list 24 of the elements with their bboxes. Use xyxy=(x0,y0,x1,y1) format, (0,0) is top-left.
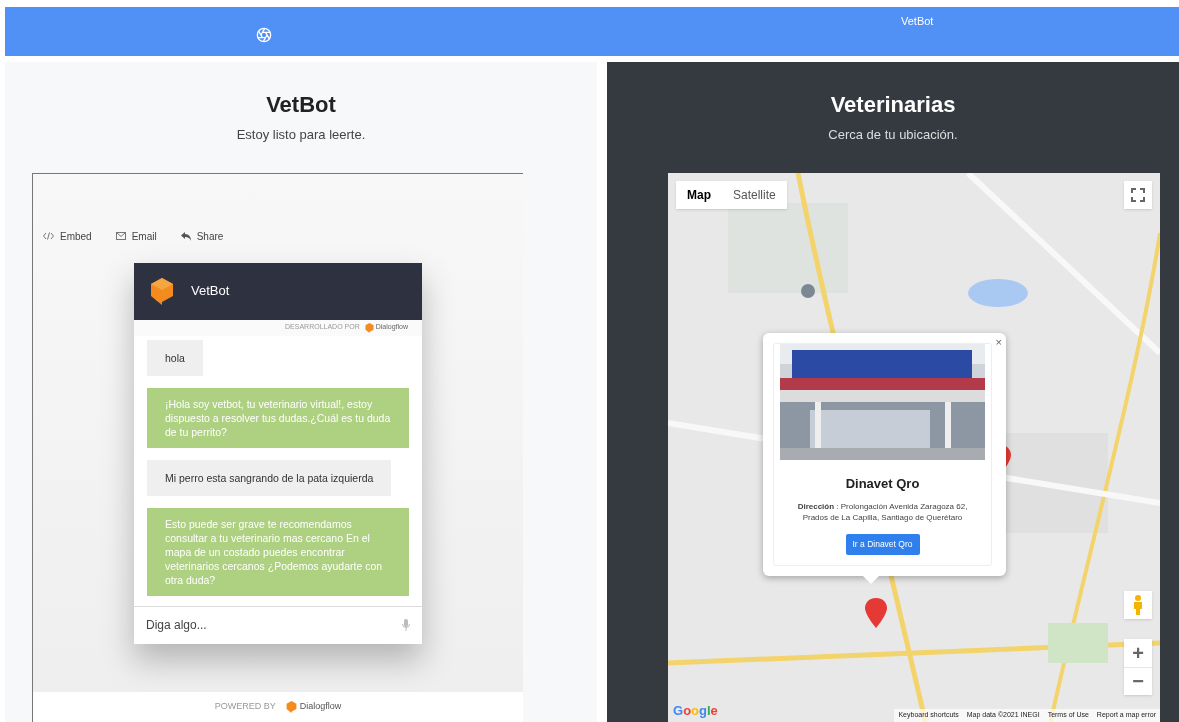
bot-message: Esto puede ser grave te recomendamos consultar a tu veterinario mas cercano En el mapa de un costado puedes encontrar veterinarios cercanos ¿Podemos ayudarte con otra duda? xyxy=(147,507,409,596)
user-message: Mi perro esta sangrando de la pata izquierda xyxy=(147,459,392,496)
brand-name: Dialogflow xyxy=(299,700,342,714)
panel-title: Veterinarias xyxy=(830,91,956,119)
message-input[interactable]: Diga algo... xyxy=(146,616,346,634)
toolbar-link[interactable]: Email xyxy=(115,228,157,244)
panel-title: VetBot xyxy=(266,91,336,119)
toolbar-link[interactable]: Share xyxy=(180,228,224,244)
cube-logo-icon xyxy=(285,701,297,713)
powered-by-label: POWERED BY xyxy=(214,700,276,714)
panel-subtitle: Cerca de tu ubicación. xyxy=(828,126,958,144)
envelope-icon xyxy=(115,232,126,240)
toolbar-link[interactable]: Embed xyxy=(43,228,92,244)
aperture-icon xyxy=(256,27,272,43)
code-icon xyxy=(43,232,54,240)
bot-message: ¡Hola soy vetbot, tu veterinario virtual!, estoy dispuesto a resolver tus dudas.¿Cuál es tu duda de tu perrito? xyxy=(147,387,409,448)
cube-logo-icon xyxy=(364,322,374,333)
user-message: hola xyxy=(147,339,203,376)
app-title: VetBot xyxy=(901,14,934,29)
microphone-icon[interactable] xyxy=(402,619,410,631)
widget-title: VetBot xyxy=(191,282,230,301)
reply-arrow-icon xyxy=(180,231,191,241)
panel-subtitle: Estoy listo para leerte. xyxy=(236,126,366,144)
cube-logo-icon xyxy=(150,277,174,305)
